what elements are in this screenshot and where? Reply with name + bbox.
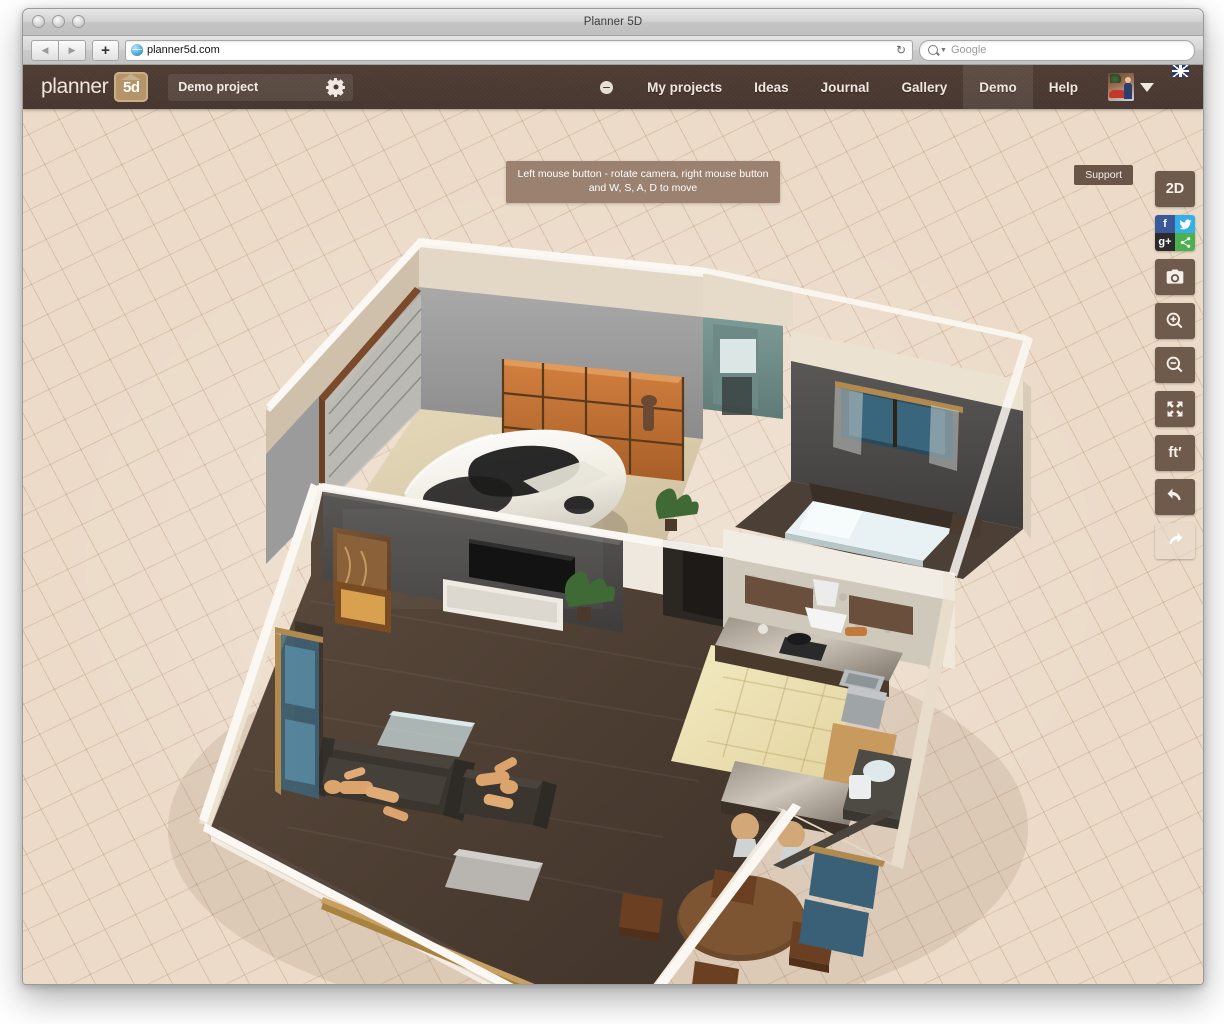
redo-button[interactable] <box>1155 523 1195 559</box>
chevron-down-icon[interactable] <box>1140 83 1154 92</box>
zoom-window-button[interactable] <box>72 15 85 28</box>
minimize-window-button[interactable] <box>52 15 65 28</box>
expand-arrows-icon <box>1165 399 1185 419</box>
support-button[interactable]: Support <box>1074 165 1133 185</box>
screen-root: Planner 5D ◀ ▶ + planner5d.com ↻ ▼ Googl… <box>0 0 1224 1024</box>
browser-toolbar: ◀ ▶ + planner5d.com ↻ ▼ Google <box>23 36 1203 65</box>
zoom-out-icon <box>1165 355 1185 375</box>
browser-titlebar: Planner 5D <box>23 9 1203 36</box>
zoom-in-button[interactable] <box>1155 303 1195 339</box>
camera-icon <box>1165 267 1185 287</box>
social-share-group[interactable]: f g+ <box>1155 215 1195 251</box>
project-name-label: Demo project <box>178 80 258 94</box>
undo-icon <box>1165 487 1185 507</box>
brand-badge-icon: 5d <box>114 72 148 102</box>
zoom-in-icon <box>1165 311 1185 331</box>
address-bar[interactable]: planner5d.com ↻ <box>125 40 913 61</box>
facebook-icon[interactable]: f <box>1155 215 1175 233</box>
account-menu[interactable] <box>1094 65 1164 109</box>
brand-badge-label: 5d <box>123 79 140 96</box>
screenshot-button[interactable] <box>1155 259 1195 295</box>
floorplan-3d-model[interactable] <box>23 109 1203 985</box>
nav-item-demo[interactable]: Demo <box>963 65 1033 109</box>
nav-menu-button[interactable] <box>582 65 631 109</box>
floorplan-svg <box>23 109 1203 985</box>
globe-icon <box>131 44 143 56</box>
browser-window: Planner 5D ◀ ▶ + planner5d.com ↻ ▼ Googl… <box>22 8 1204 985</box>
window-traffic-lights[interactable] <box>32 15 85 28</box>
address-bar-value: planner5d.com <box>147 44 220 56</box>
twitter-icon[interactable] <box>1175 215 1195 233</box>
nav-item-my-projects[interactable]: My projects <box>631 65 738 109</box>
viewport-toolbar: 2D f g+ <box>1155 171 1195 559</box>
brand-logo[interactable]: planner 5d <box>23 72 148 102</box>
search-placeholder: Google <box>951 44 986 56</box>
google-plus-icon[interactable]: g+ <box>1155 233 1175 251</box>
view-2d-button[interactable]: 2D <box>1155 171 1195 207</box>
units-button[interactable]: ft′ <box>1155 435 1195 471</box>
fullscreen-button[interactable] <box>1155 391 1195 427</box>
chevron-down-icon: ▼ <box>940 47 947 54</box>
nav-item-ideas[interactable]: Ideas <box>738 65 805 109</box>
reload-icon[interactable]: ↻ <box>896 43 906 57</box>
forward-arrow-icon[interactable]: ▶ <box>59 40 86 61</box>
brand-word: planner <box>41 75 108 99</box>
menu-dot-icon <box>600 81 613 94</box>
nav-item-help[interactable]: Help <box>1033 65 1094 109</box>
living-window <box>275 621 323 799</box>
search-bar[interactable]: ▼ Google <box>919 40 1195 61</box>
close-window-button[interactable] <box>32 15 45 28</box>
app-navbar: planner 5d Demo project My projects Idea… <box>23 65 1203 109</box>
zoom-out-button[interactable] <box>1155 347 1195 383</box>
back-arrow-icon[interactable]: ◀ <box>31 40 59 61</box>
redo-icon <box>1165 531 1185 551</box>
nav-item-gallery[interactable]: Gallery <box>885 65 963 109</box>
view-2d-label: 2D <box>1166 181 1185 197</box>
navigation-buttons[interactable]: ◀ ▶ <box>31 40 86 61</box>
share-icon[interactable] <box>1175 233 1195 251</box>
viewport-3d[interactable]: Left mouse button - rotate camera, right… <box>23 109 1203 985</box>
project-selector[interactable]: Demo project <box>168 74 353 101</box>
navbar-right: My projects Ideas Journal Gallery Demo H… <box>582 65 1203 109</box>
nav-item-journal[interactable]: Journal <box>805 65 886 109</box>
planner5d-app: planner 5d Demo project My projects Idea… <box>23 65 1203 985</box>
avatar[interactable] <box>1108 73 1134 101</box>
uk-flag-icon[interactable] <box>1172 65 1189 77</box>
undo-button[interactable] <box>1155 479 1195 515</box>
units-label: ft′ <box>1168 445 1181 461</box>
window-title: Planner 5D <box>23 16 1203 28</box>
search-icon <box>928 45 938 55</box>
gear-icon[interactable] <box>328 80 343 95</box>
camera-hint-tooltip: Left mouse button - rotate camera, right… <box>506 161 780 203</box>
new-tab-button[interactable]: + <box>92 40 119 61</box>
